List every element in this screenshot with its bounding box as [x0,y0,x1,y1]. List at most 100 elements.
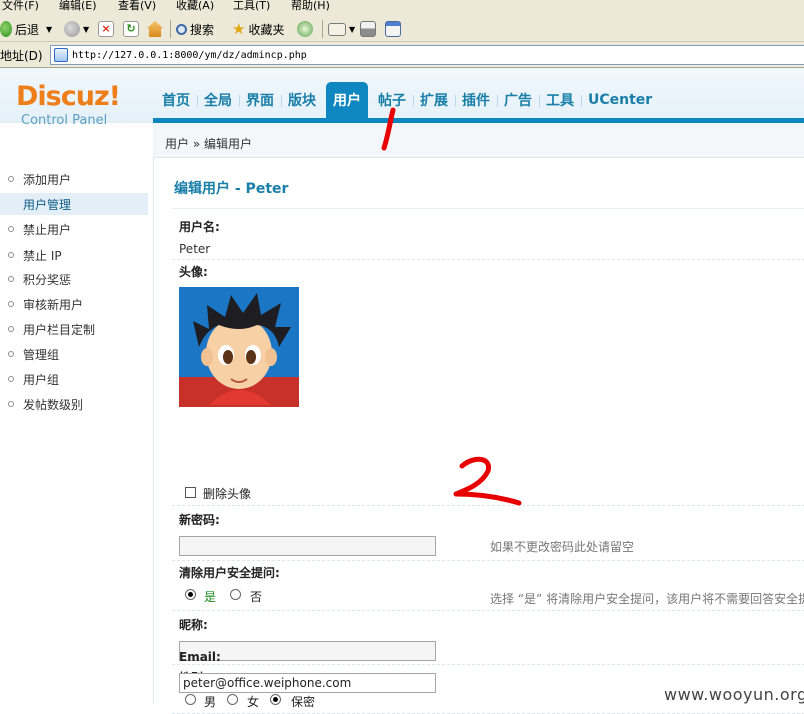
gender-secret-label: 保密 [291,695,316,709]
breadcrumb-current: 编辑用户 [204,137,253,151]
sidebar-item-label: 审核新用户 [23,297,84,312]
avatar-label: 头像: [179,265,208,279]
nav-global[interactable]: 全局 [197,82,239,118]
sidebar-item-credits[interactable]: 积分奖惩 [0,268,148,290]
sidebar-item-add-user[interactable]: 添加用户 [0,168,148,190]
gender-male-label: 男 [204,695,217,709]
breadcrumb-root[interactable]: 用户 [165,137,189,151]
sidebar-item-ban-user[interactable]: 禁止用户 [0,218,148,240]
gender-secret-radio[interactable] [270,694,281,705]
sidebar-item-label: 管理组 [23,347,60,362]
nav-users[interactable]: 用户 [326,82,368,118]
sidebar-item-ban-ip[interactable]: 禁止 IP [0,244,148,266]
menu-favorites[interactable]: 收藏(A) [176,0,214,11]
back-button-label: 后退 [15,22,40,37]
nav-extensions[interactable]: 扩展 [413,82,455,118]
sidebar-item-user-groups[interactable]: 用户组 [0,368,148,390]
row-divider [172,505,804,506]
stop-button[interactable]: × [98,20,114,38]
sidebar-item-label: 发帖数级别 [23,397,84,412]
sidebar-item-label: 添加用户 [23,172,72,187]
sidebar: 添加用户 用户管理 禁止用户 禁止 IP 积分奖惩 审核新用户 用户栏目定制 管… [0,162,148,703]
sidebar-item-post-ranks[interactable]: 发帖数级别 [0,393,148,415]
email-label: Email: [179,650,221,664]
address-bar: 地址(D) http://127.0.0.1:8000/ym/dz/adminc… [0,42,804,68]
menu-edit[interactable]: 编辑(E) [59,0,97,11]
page-icon [54,48,68,62]
security-no-label: 否 [250,590,263,604]
security-label: 清除用户安全提问: [179,566,280,580]
sidebar-item-label: 用户组 [23,372,60,387]
refresh-button[interactable]: ↻ [123,20,139,38]
sidebar-item-label: 用户栏目定制 [23,322,96,337]
logo-sub-text: Control Panel [21,113,108,128]
search-button[interactable]: 搜索 [176,20,214,38]
security-yes-radio[interactable] [185,589,196,600]
forward-button[interactable]: ▼ [64,20,89,38]
nav-posts[interactable]: 帖子 [371,82,413,118]
row-divider [172,610,804,611]
edit-page-button[interactable] [385,20,401,38]
edit-page-icon [385,21,401,37]
logo-main-text: Discuz! [16,81,121,112]
delete-avatar-checkbox[interactable] [185,487,196,498]
bullet-icon [8,176,14,182]
sidebar-item-user-management[interactable]: 用户管理 [0,193,148,215]
address-url[interactable]: http://127.0.0.1:8000/ym/dz/admincp.php [72,50,307,61]
mail-button[interactable]: ▼ [328,20,355,38]
password-input[interactable] [179,536,436,556]
home-button[interactable] [147,20,163,38]
gender-female-radio[interactable] [227,694,238,705]
nav-forums[interactable]: 版块 [281,82,323,118]
page-title: 编辑用户 - Peter [174,181,289,197]
stop-icon: × [98,21,114,37]
menu-view[interactable]: 查看(V) [118,0,156,11]
menu-help[interactable]: 帮助(H) [291,0,330,11]
breadcrumb-separator: » [192,137,201,151]
favorites-button[interactable]: ★ 收藏夹 [232,20,284,38]
nav-plugins[interactable]: 插件 [455,82,497,118]
nav-tools[interactable]: 工具 [539,82,581,118]
favorites-button-label: 收藏夹 [248,22,285,37]
menu-tools[interactable]: 工具(T) [233,0,270,11]
forward-dropdown-icon[interactable]: ▼ [83,25,89,34]
sidebar-item-admin-groups[interactable]: 管理组 [0,343,148,365]
sidebar-item-label: 禁止用户 [23,222,72,237]
menu-file[interactable]: 文件(F) [2,0,39,11]
discuz-logo[interactable]: Discuz! Control Panel [16,81,126,129]
nav-ucenter[interactable]: UCenter [581,82,659,118]
sidebar-item-label: 积分奖惩 [23,272,72,287]
history-icon [297,21,313,37]
breadcrumb: 用户 » 编辑用户 [153,123,804,158]
address-input[interactable]: http://127.0.0.1:8000/ym/dz/admincp.php [50,45,804,65]
email-input[interactable] [179,673,436,693]
nav-home[interactable]: 首页 [155,82,197,118]
gender-male-radio[interactable] [185,694,196,705]
security-yes-label: 是 [204,590,217,604]
history-button[interactable] [297,20,313,38]
back-button[interactable]: 后退 ▼ [0,20,52,38]
username-label: 用户名: [179,220,220,234]
sidebar-item-moderate-users[interactable]: 审核新用户 [0,293,148,315]
security-no-radio[interactable] [230,589,241,600]
row-divider [172,560,804,561]
delete-avatar-label: 删除头像 [203,487,252,501]
admin-page: Discuz! Control Panel 首页 全局 界面 版块 用户 帖子 … [0,68,804,714]
browser-toolbar: 后退 ▼ ▼ × ↻ 搜索 ★ 收藏夹 ▼ [0,14,804,42]
nickname-label: 昵称: [179,618,208,632]
security-hint: 选择 “是” 将清除用户安全提问，该用户将不需要回答安全提问 [490,592,804,606]
star-icon: ★ [232,20,246,38]
bullet-icon [8,376,14,382]
back-dropdown-icon[interactable]: ▼ [46,25,52,34]
nav-ads[interactable]: 广告 [497,82,539,118]
bullet-icon [8,301,14,307]
username-value: Peter [179,242,211,256]
mail-dropdown-icon[interactable]: ▼ [349,25,355,34]
nav-interface[interactable]: 界面 [239,82,281,118]
watermark: www.wooyun.org [664,685,804,704]
print-button[interactable] [360,20,376,38]
admin-header: Discuz! Control Panel 首页 全局 界面 版块 用户 帖子 … [0,68,804,128]
sidebar-item-profile-fields[interactable]: 用户栏目定制 [0,318,148,340]
bullet-icon [8,401,14,407]
bullet-icon [8,276,14,282]
